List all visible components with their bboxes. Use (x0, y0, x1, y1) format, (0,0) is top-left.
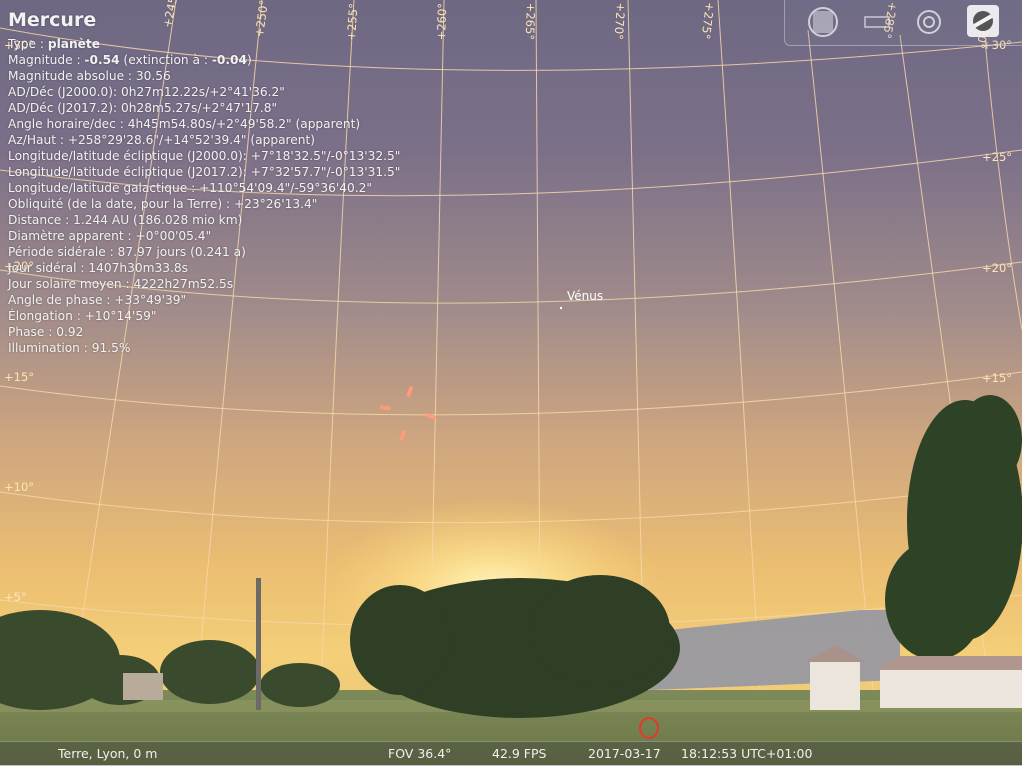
info-line: Obliquité (de la date, pour la Terre) : … (8, 197, 318, 211)
toolbar (784, 0, 1022, 46)
circle-target-icon[interactable] (909, 1, 949, 41)
small-building (123, 673, 163, 700)
azimuth-label: +260° (434, 2, 450, 41)
info-line: Angle horaire/dec : 4h45m54.80s/+2°49'58… (8, 117, 361, 131)
location-text[interactable]: Terre, Lyon, 0 m (58, 746, 157, 761)
info-line-type: Type : planète (8, 37, 101, 51)
altitude-label: +10° (4, 480, 35, 494)
info-line: AD/Déc (J2017.2): 0h28m5.27s/+2°47'17.8" (8, 101, 278, 115)
object-name: Mercure (8, 9, 97, 31)
object-info-panel: Mercure Type : planète Magnitude : -0.54… (8, 8, 400, 356)
altitude-label: +15° (982, 371, 1013, 385)
info-line: Élongation : +10°14'59" (8, 309, 157, 323)
info-line: Jour solaire moyen : 4222h27m52.5s (8, 277, 234, 291)
azimuth-label: +270° (611, 2, 628, 41)
planet-icon[interactable] (803, 1, 843, 41)
info-line: AD/Déc (J2000.0): 0h27m12.22s/+2°41'36.2… (8, 85, 285, 99)
time-text[interactable]: 18:12:53 UTC+01:00 (681, 746, 812, 761)
info-line: Distance : 1.244 AU (186.028 mio km) (8, 213, 243, 227)
info-line: Jour sidéral : 1407h30m33.8s (8, 261, 188, 275)
azimuth-label: +265° (522, 2, 538, 41)
fov-text: FOV 36.4° (388, 746, 452, 761)
venus-star[interactable] (559, 306, 563, 310)
info-line: Az/Haut : +258°29'28.6"/+14°52'39.4" (ap… (8, 133, 316, 147)
info-line: Longitude/latitude écliptique (J2000.0):… (8, 149, 401, 163)
info-line: Phase : 0.92 (8, 325, 84, 339)
info-line: Longitude/latitude écliptique (J2017.2):… (8, 165, 401, 179)
info-line: Longitude/latitude galactique : +110°54'… (8, 181, 372, 195)
info-line: Angle de phase : +33°49'39" (8, 293, 187, 307)
altitude-label: +20° (982, 261, 1013, 275)
info-line: Illumination : 91.5% (8, 341, 131, 355)
info-line: Diamètre apparent : +0°00'05.4" (8, 229, 212, 243)
info-line: Période sidérale : 87.97 jours (0.241 a) (8, 245, 246, 259)
fps-text: 42.9 FPS (492, 746, 547, 761)
altitude-label: +5° (4, 590, 27, 604)
frame-icon[interactable] (857, 1, 897, 41)
utility-pole (256, 578, 261, 710)
altitude-label: +15° (4, 370, 35, 384)
wrench-icon[interactable] (963, 1, 1003, 41)
info-line: Magnitude absolue : 30.56 (8, 69, 171, 83)
altitude-label: +25° (982, 150, 1013, 164)
date-text[interactable]: 2017-03-17 (588, 746, 661, 761)
status-bar: Terre, Lyon, 0 m FOV 36.4° 42.9 FPS 2017… (0, 741, 1022, 766)
info-line-magnitude: Magnitude : -0.54 (extinction à : -0.04) (8, 53, 252, 67)
venus-label[interactable]: Vénus (567, 289, 603, 303)
